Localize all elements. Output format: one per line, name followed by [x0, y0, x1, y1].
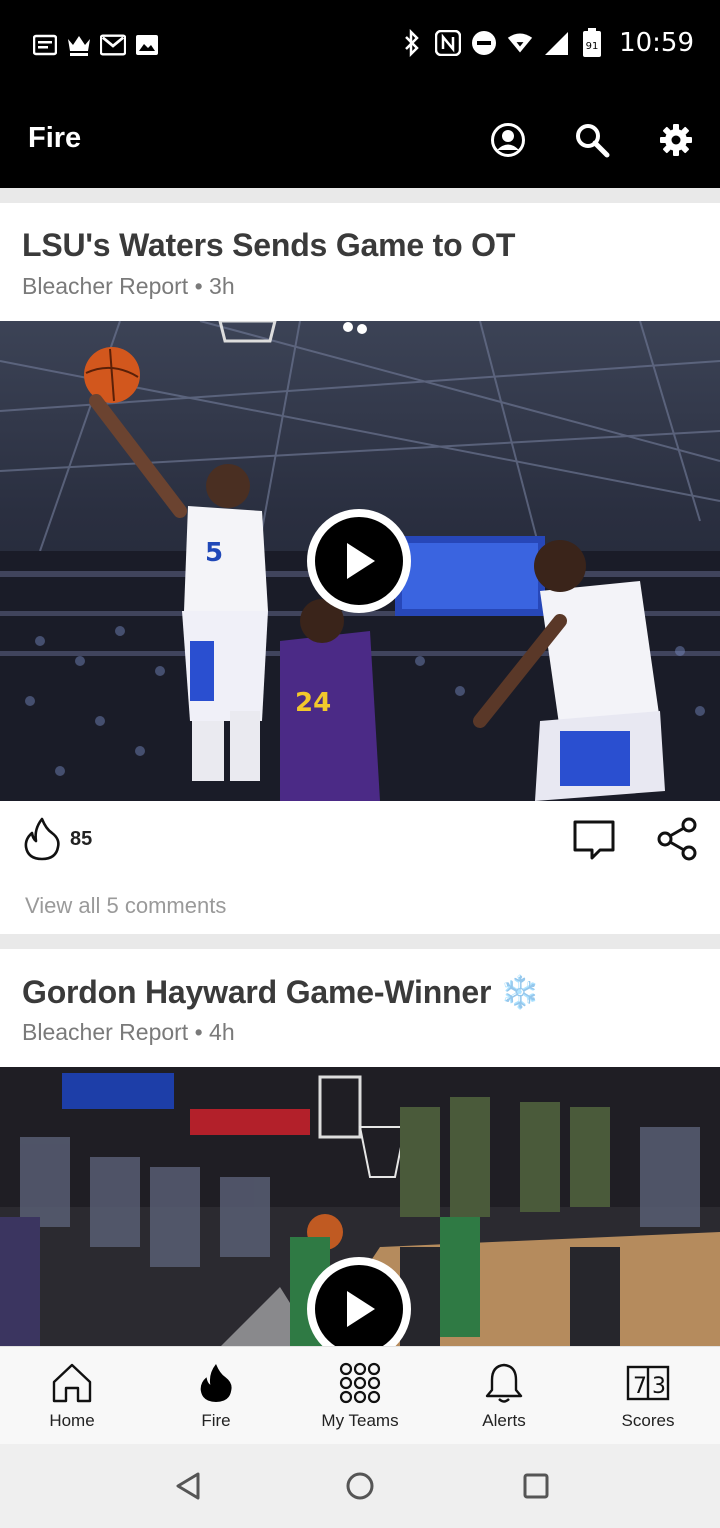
nav-label: Home — [49, 1411, 95, 1430]
settings-button[interactable] — [654, 118, 698, 162]
card-title-text: Gordon Hayward Game-Winner — [22, 974, 492, 1010]
battery-icon: 91 — [579, 28, 605, 57]
play-icon — [347, 1291, 375, 1327]
card-source: Bleacher Report — [22, 1019, 189, 1045]
card-source: Bleacher Report — [22, 273, 189, 299]
signal-icon — [543, 30, 569, 56]
app-bar-actions — [486, 118, 698, 162]
fire-icon — [194, 1361, 238, 1405]
comment-icon — [573, 820, 615, 860]
nav-scores[interactable]: 73 Scores — [576, 1347, 720, 1445]
account-button[interactable] — [486, 118, 530, 162]
home-icon — [50, 1361, 94, 1405]
nav-label: Fire — [201, 1411, 231, 1430]
card-title[interactable]: Gordon Hayward Game-Winner ❄️ — [22, 973, 540, 1011]
image-icon — [134, 32, 160, 58]
svg-text:3: 3 — [652, 1374, 666, 1399]
view-comments-link[interactable]: View all 5 comments — [25, 893, 226, 919]
feed-card[interactable]: Gordon Hayward Game-Winner ❄️ Bleacher R… — [0, 949, 720, 1346]
back-button[interactable] — [172, 1470, 204, 1502]
nfc-icon — [435, 30, 462, 56]
nav-alerts[interactable]: Alerts — [432, 1347, 576, 1445]
nav-home[interactable]: Home — [0, 1347, 144, 1445]
status-notifications — [32, 32, 160, 58]
svg-text:24: 24 — [295, 688, 331, 718]
search-icon — [576, 124, 610, 158]
feed-card[interactable]: LSU's Waters Sends Game to OT Bleacher R… — [0, 203, 720, 934]
svg-text:7: 7 — [633, 1374, 647, 1399]
status-clock: 10:59 — [619, 28, 694, 58]
share-button[interactable] — [656, 817, 698, 866]
square-recents-icon — [523, 1473, 549, 1499]
teams-grid-icon — [338, 1361, 382, 1405]
back-icon — [176, 1472, 200, 1500]
card-age: 3h — [209, 273, 235, 299]
comment-button[interactable] — [572, 819, 616, 866]
card-age: 4h — [209, 1019, 235, 1045]
battery-level: 91 — [586, 41, 599, 52]
scoreboard-icon: 73 — [626, 1361, 670, 1405]
gmail-icon — [100, 32, 126, 58]
search-button[interactable] — [570, 118, 614, 162]
status-bar: 91 10:59 — [0, 0, 720, 92]
bluetooth-icon — [399, 29, 425, 57]
snowflake-emoji: ❄️ — [499, 974, 540, 1010]
nav-label: Scores — [621, 1411, 675, 1430]
crown-icon — [66, 32, 92, 58]
recents-button[interactable] — [520, 1470, 552, 1502]
fire-reaction-button[interactable]: 85 — [22, 817, 92, 861]
status-system: 91 10:59 — [399, 28, 694, 58]
card-title[interactable]: LSU's Waters Sends Game to OT — [22, 227, 515, 264]
svg-text:5: 5 — [205, 538, 223, 568]
nav-label: Alerts — [482, 1411, 526, 1430]
notes-icon — [32, 32, 58, 58]
fire-outline-icon — [24, 817, 60, 861]
video-thumbnail[interactable] — [0, 1067, 720, 1346]
nav-label: My Teams — [321, 1411, 399, 1430]
play-button[interactable] — [307, 509, 411, 613]
settings-icon — [660, 124, 692, 156]
app-bar: Fire — [0, 92, 720, 188]
bell-icon — [482, 1361, 526, 1405]
card-meta: Bleacher Report • 3h — [22, 273, 235, 299]
video-thumbnail[interactable]: 5 24 — [0, 321, 720, 801]
home-system-button[interactable] — [344, 1470, 376, 1502]
feed[interactable]: LSU's Waters Sends Game to OT Bleacher R… — [0, 188, 720, 1346]
nav-fire[interactable]: Fire — [144, 1347, 288, 1445]
wifi-icon — [507, 30, 533, 56]
bottom-nav: Home Fire My Teams Alerts 73 Scores — [0, 1346, 720, 1444]
nav-my-teams[interactable]: My Teams — [288, 1347, 432, 1445]
card-actions: 85 — [0, 801, 720, 881]
card-meta: Bleacher Report • 4h — [22, 1019, 235, 1045]
account-icon — [491, 123, 525, 157]
circle-home-icon — [346, 1472, 374, 1500]
play-icon — [347, 543, 375, 579]
fire-count: 85 — [70, 827, 93, 850]
system-nav-bar — [0, 1444, 720, 1528]
share-icon — [657, 817, 697, 861]
page-title: Fire — [28, 122, 82, 154]
do-not-disturb-icon — [471, 30, 497, 56]
